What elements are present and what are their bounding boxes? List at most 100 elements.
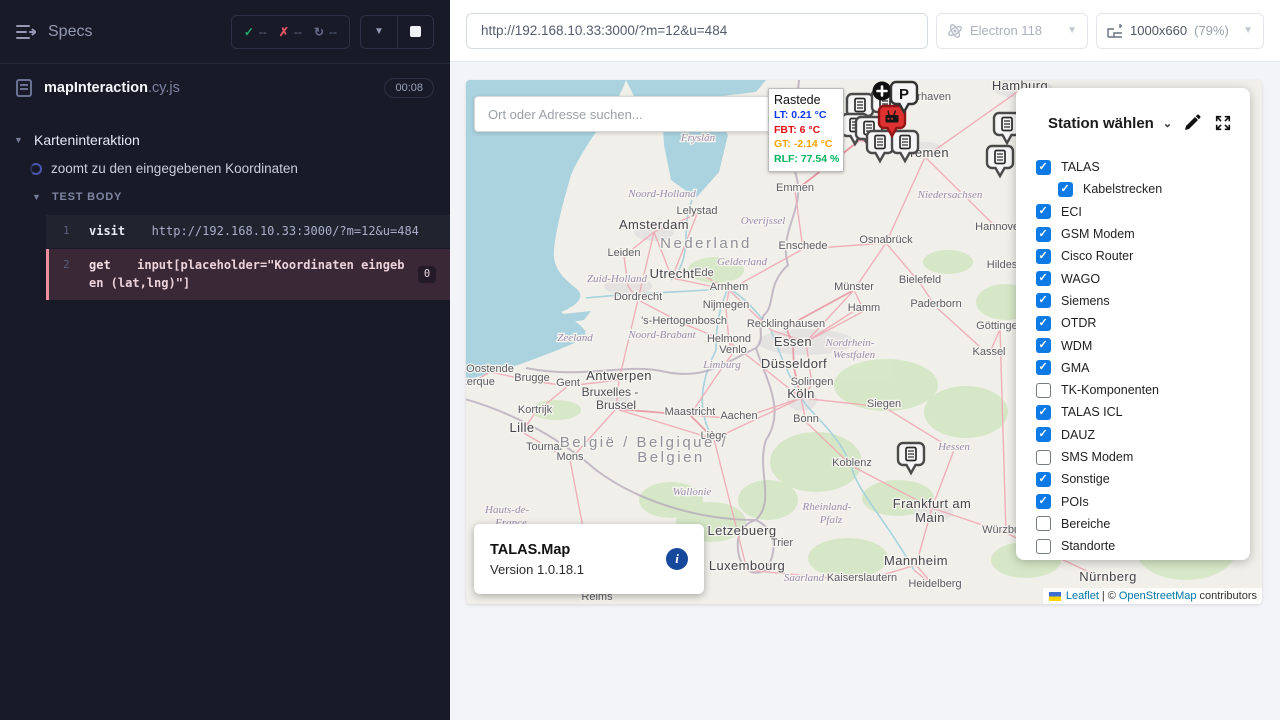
- checkbox-unchecked[interactable]: [1036, 383, 1051, 398]
- command-log: 1visit http://192.168.10.33:3000/?m=12&u…: [46, 215, 450, 300]
- station-filter-label: TK-Komponenten: [1061, 383, 1159, 397]
- map-place-label: Enschede: [779, 240, 828, 252]
- command-args: input[placeholder="Koordinaten eingeben …: [89, 258, 404, 291]
- station-filter-item[interactable]: Cisco Router: [1036, 245, 1232, 267]
- x-icon: ✗: [279, 25, 289, 39]
- station-filter-label: SMS Modem: [1061, 450, 1133, 464]
- checkbox-checked[interactable]: [1036, 249, 1051, 264]
- edit-pencil-icon[interactable]: [1183, 114, 1201, 132]
- checkbox-checked[interactable]: [1036, 316, 1051, 331]
- map-place-label: Kortrijk: [518, 404, 553, 416]
- tooltip-measurement: FBT: 6 °C: [774, 123, 838, 138]
- url-input[interactable]: http://192.168.10.33:3000/?m=12&u=484: [466, 13, 928, 49]
- map-place-label: Letzebuerg: [707, 523, 776, 538]
- test-title: zoomt zu den eingegebenen Koordinaten: [51, 161, 298, 176]
- add-marker-button[interactable]: [873, 82, 892, 101]
- checkbox-checked[interactable]: [1036, 338, 1051, 353]
- checkbox-checked[interactable]: [1036, 472, 1051, 487]
- checkbox-checked[interactable]: [1058, 182, 1073, 197]
- browser-toolbar: http://192.168.10.33:3000/?m=12&u=484 El…: [450, 0, 1280, 62]
- checkbox-checked[interactable]: [1036, 227, 1051, 242]
- map-place-label: Noord-Holland: [627, 188, 696, 200]
- command-row[interactable]: 1visit http://192.168.10.33:3000/?m=12&u…: [46, 215, 450, 248]
- station-panel-title[interactable]: Station wählen: [1048, 115, 1154, 132]
- station-filter-label: TALAS: [1061, 160, 1100, 174]
- map-place-label: Oostende: [466, 363, 514, 375]
- checkbox-checked[interactable]: [1036, 204, 1051, 219]
- map-place-label: Rheinland-: [802, 501, 852, 513]
- command-method: get: [89, 258, 125, 272]
- command-row[interactable]: 2get input[placeholder="Koordinaten eing…: [46, 249, 450, 300]
- test-row[interactable]: zoomt zu den eingegebenen Koordinaten: [0, 154, 450, 183]
- info-icon[interactable]: i: [666, 548, 688, 570]
- command-args: http://192.168.10.33:3000/?m=12&u=484: [152, 224, 419, 238]
- station-filter-item[interactable]: GMA: [1036, 357, 1232, 379]
- checkbox-unchecked[interactable]: [1036, 539, 1051, 554]
- checkbox-checked[interactable]: [1036, 427, 1051, 442]
- map-place-label: Pfalz: [819, 514, 843, 526]
- map-place-label: Limburg: [702, 359, 741, 371]
- checkbox-unchecked[interactable]: [1036, 450, 1051, 465]
- app-version: Version 1.0.18.1: [490, 562, 584, 577]
- map-place-label: Zuid-Holland: [587, 273, 647, 285]
- checkbox-checked[interactable]: [1036, 160, 1051, 175]
- station-filter-item[interactable]: GSM Modem: [1036, 223, 1232, 245]
- expand-fullscreen-icon[interactable]: [1214, 114, 1232, 132]
- spec-file-row[interactable]: mapInteraction.cy.js 00:08: [0, 64, 450, 112]
- station-filter-item[interactable]: Sonstige: [1036, 468, 1232, 490]
- test-running-spinner-icon: [30, 163, 42, 175]
- station-filter-item[interactable]: ECI: [1036, 201, 1232, 223]
- leaflet-map[interactable]: HamburgBremerhavenBremenNiedersachsenEmm…: [466, 80, 1262, 604]
- suite-row[interactable]: ▼ Karteninteraktion: [0, 126, 450, 154]
- viewport-select[interactable]: 1000x660 (79%) ▼: [1096, 13, 1264, 49]
- station-filter-item[interactable]: Bereiche: [1036, 513, 1232, 535]
- station-filter-item[interactable]: OTDR: [1036, 312, 1232, 334]
- checkbox-checked[interactable]: [1036, 360, 1051, 375]
- map-place-label: Trier: [771, 537, 794, 549]
- station-filter-item[interactable]: TALAS ICL: [1036, 401, 1232, 423]
- checkbox-unchecked[interactable]: [1036, 516, 1051, 531]
- map-place-label: Arnhem: [710, 281, 749, 293]
- tooltip-station-name: Rastede: [774, 93, 838, 107]
- test-body-row[interactable]: ▼ TEST BODY: [0, 183, 450, 209]
- station-filter-item[interactable]: Siemens: [1036, 290, 1232, 312]
- leaflet-link[interactable]: Leaflet: [1066, 590, 1099, 602]
- map-place-label: Nordrhein-: [825, 337, 875, 349]
- station-marker[interactable]: [898, 443, 924, 473]
- station-filter-label: TALAS ICL: [1061, 405, 1123, 419]
- map-place-label: Emmen: [776, 182, 814, 194]
- map-place-label: 's-Hertogenbosch: [641, 315, 727, 327]
- station-marker[interactable]: [867, 131, 893, 161]
- browser-select[interactable]: Electron 118 ▼: [936, 13, 1088, 49]
- checkbox-checked[interactable]: [1036, 271, 1051, 286]
- station-filter-item[interactable]: POIs: [1036, 490, 1232, 512]
- checkbox-checked[interactable]: [1036, 293, 1051, 308]
- chevron-down-icon[interactable]: ⌄: [1163, 117, 1172, 130]
- station-filter-item[interactable]: Kabelstrecken: [1058, 178, 1232, 200]
- command-number: 1: [49, 222, 89, 241]
- station-filter-item[interactable]: TK-Komponenten: [1036, 379, 1232, 401]
- suite-title: Karteninteraktion: [34, 132, 140, 148]
- map-search-input[interactable]: Ort oder Adresse suchen...: [474, 96, 778, 132]
- electron-icon: [947, 23, 963, 39]
- station-filter-item[interactable]: DAUZ: [1036, 424, 1232, 446]
- checkbox-checked[interactable]: [1036, 494, 1051, 509]
- stop-button[interactable]: [397, 16, 433, 48]
- map-place-label: Maastricht: [665, 406, 716, 418]
- station-marker[interactable]: [987, 146, 1013, 176]
- map-place-label: Brussel: [596, 398, 636, 412]
- station-filter-label: WDM: [1061, 339, 1092, 353]
- station-filter-item[interactable]: WAGO: [1036, 267, 1232, 289]
- map-place-label: Mons: [557, 451, 584, 463]
- station-filter-item[interactable]: SMS Modem: [1036, 446, 1232, 468]
- ruler-icon: [1107, 23, 1123, 38]
- specs-menu-icon[interactable]: [16, 24, 36, 40]
- checkbox-checked[interactable]: [1036, 405, 1051, 420]
- osm-link[interactable]: OpenStreetMap: [1119, 590, 1197, 602]
- station-filter-item[interactable]: TALAS: [1036, 156, 1232, 178]
- collapse-chevron-button[interactable]: ▼: [361, 16, 397, 48]
- map-place-label: Amsterdam: [619, 217, 689, 232]
- station-filter-item[interactable]: WDM: [1036, 334, 1232, 356]
- station-filter-item[interactable]: Standorte: [1036, 535, 1232, 557]
- map-place-label: Lelystad: [677, 205, 718, 217]
